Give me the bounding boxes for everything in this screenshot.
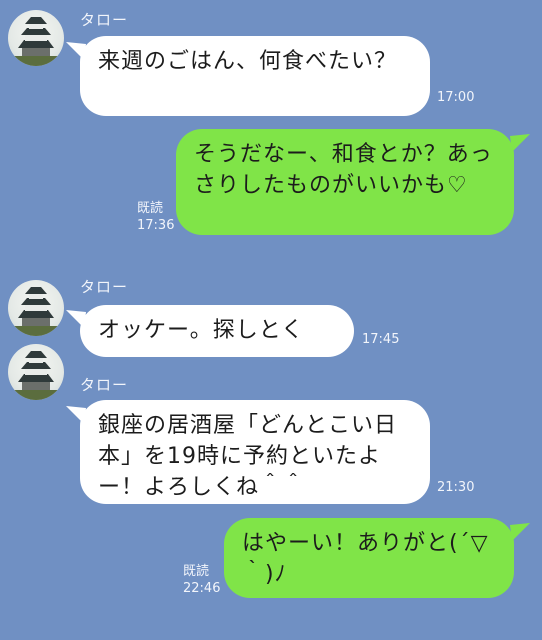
castle-avatar-icon[interactable] [8,10,64,66]
read-status: 既読 17:36 [137,200,174,234]
read-label: 既読 [183,564,210,579]
read-status: 既読 22:46 [183,563,220,597]
message-bubble-incoming[interactable]: 来週のごはん、何食べたい？ [80,36,430,116]
message-bubble-incoming[interactable]: 銀座の居酒屋「どんとこい日本」を19時に予約といたよー！よろしくね＾＾ [80,400,430,504]
castle-avatar-icon[interactable] [8,344,64,400]
sender-name: タロー [80,11,129,29]
message-time: 17:36 [137,218,175,233]
castle-avatar-icon[interactable] [8,280,64,336]
read-label: 既読 [137,201,164,216]
message-bubble-incoming[interactable]: オッケー。探しとく [80,305,354,357]
sender-name: タロー [80,376,129,394]
message-bubble-outgoing[interactable]: そうだなー、和食とか？あっさりしたものがいいかも♡ [176,129,514,235]
sender-name: タロー [80,278,129,296]
message-time: 22:46 [183,581,221,596]
message-bubble-outgoing[interactable]: はやーい！ありがと(´▽｀)ﾉ [224,518,514,598]
message-time: 21:30 [437,480,475,495]
message-time: 17:45 [362,332,400,347]
message-time: 17:00 [437,90,475,105]
